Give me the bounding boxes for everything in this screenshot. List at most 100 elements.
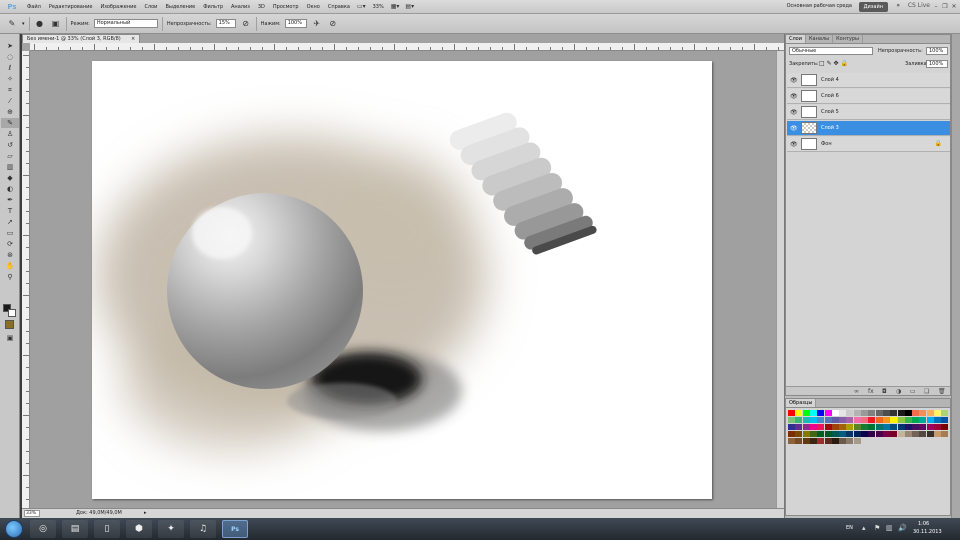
color-swatch[interactable] [809,431,817,437]
color-swatch[interactable] [926,431,934,437]
ruler-vertical[interactable] [22,51,30,508]
color-swatch[interactable] [824,410,832,416]
color-swatch[interactable] [890,424,898,430]
color-swatch[interactable] [809,410,817,416]
menu-view[interactable]: Просмотр [269,4,303,10]
quick-mask-icon[interactable] [5,320,14,329]
airbrush-icon[interactable]: ✈ [311,18,323,30]
menu-3d[interactable]: 3D [254,4,269,10]
more-workspaces-icon[interactable]: » [896,2,900,9]
cs-live-button[interactable]: CS Live [908,2,930,9]
color-swatch[interactable] [897,417,905,423]
color-swatch[interactable] [941,410,949,416]
color-swatch[interactable] [795,431,803,437]
new-layer-icon[interactable]: ❏ [924,388,929,395]
layer-row-selected[interactable]: 👁 Слой 3 [787,121,950,136]
color-swatch[interactable] [788,417,795,423]
panel-dock-strip[interactable] [951,34,960,518]
color-swatch[interactable] [824,431,832,437]
color-swatch[interactable] [809,438,817,444]
color-swatch[interactable] [824,424,832,430]
canvas-area[interactable] [30,51,776,508]
blend-mode-select[interactable]: Обычные [789,47,873,55]
color-swatch[interactable] [802,438,810,444]
menu-help[interactable]: Справка [324,4,354,10]
path-select-icon[interactable]: ➚ [1,217,19,227]
design-workspace-button[interactable]: Дизайн [858,2,888,12]
color-swatch[interactable] [875,424,883,430]
color-swatch[interactable] [831,424,839,430]
color-swatch[interactable] [934,410,941,416]
color-swatch[interactable] [802,424,810,430]
artboard[interactable] [92,61,712,499]
color-swatch[interactable] [904,424,912,430]
color-swatch[interactable] [846,431,854,437]
color-swatch[interactable] [875,417,883,423]
color-swatch[interactable] [875,431,883,437]
stamp-icon[interactable]: ♙ [1,129,19,139]
zoom-level[interactable]: 33% [369,4,388,10]
menu-image[interactable]: Изображение [96,4,140,10]
tab-paths[interactable]: Контуры [833,35,863,43]
color-swatch[interactable] [817,424,825,430]
painting[interactable] [92,61,712,499]
color-swatch[interactable] [831,410,839,416]
color-swatch[interactable] [817,438,825,444]
mode-select[interactable]: Нормальный [93,19,158,28]
layer-opacity-field[interactable]: 100% [926,47,948,55]
menu-filter[interactable]: Фильтр [199,4,227,10]
color-swatch[interactable] [934,417,941,423]
clock-date[interactable]: 30.11.2013 [913,529,942,535]
color-swatch[interactable] [890,431,898,437]
document-icon[interactable]: ▯ [94,520,120,538]
color-swatch[interactable] [941,431,949,437]
color-swatch[interactable] [824,417,832,423]
shape-icon[interactable]: ▭ [1,228,19,238]
marquee-icon[interactable]: ◌ [1,52,19,62]
3d-rotate-icon[interactable]: ⟳ [1,239,19,249]
color-swatch[interactable] [912,424,920,430]
start-button[interactable] [5,520,23,538]
color-swatch[interactable] [919,424,927,430]
flag-icon[interactable]: ⚑ [874,524,880,532]
color-swatch[interactable] [882,431,890,437]
clock-time[interactable]: 1:06 [918,521,929,527]
color-swatch[interactable] [846,410,854,416]
color-swatch[interactable] [846,417,854,423]
pen-icon[interactable]: ✒ [1,195,19,205]
color-swatch[interactable] [853,431,861,437]
brush-preset-icon[interactable]: ✎ [6,18,18,30]
color-swatch[interactable] [831,438,839,444]
color-swatch[interactable] [882,417,890,423]
menu-layers[interactable]: Слои [140,4,161,10]
color-swatch[interactable] [926,410,934,416]
delete-layer-icon[interactable]: 🗑 [938,388,946,395]
color-swatch[interactable] [817,417,825,423]
eyedropper-icon[interactable]: ⁄ [1,96,19,106]
color-swatch[interactable] [941,417,949,423]
type-icon[interactable]: T [1,206,19,216]
color-swatch[interactable] [839,424,847,430]
3d-orbit-icon[interactable]: ⊛ [1,250,19,260]
color-swatch[interactable] [904,431,912,437]
color-swatch[interactable] [882,410,890,416]
color-swatch[interactable] [853,410,861,416]
color-swatch[interactable] [788,438,795,444]
status-menu-arrow-icon[interactable]: ▸ [144,509,147,518]
eraser-icon[interactable]: ▱ [1,151,19,161]
color-swatch[interactable] [868,417,876,423]
app-icon[interactable]: ✦ [158,520,184,538]
preset-arrow-icon[interactable]: ▾ [22,21,25,27]
color-swatch[interactable] [788,424,795,430]
color-swatch[interactable] [919,410,927,416]
brush-panel-toggle-icon[interactable]: ▣ [50,18,62,30]
healing-icon[interactable]: ⊕ [1,107,19,117]
layer-row[interactable]: 👁 Слой 6 [787,89,950,104]
blur-icon[interactable]: ◆ [1,173,19,183]
vertical-scrollbar[interactable] [776,51,784,508]
opacity-pressure-icon[interactable]: ⊘ [240,18,252,30]
menu-select[interactable]: Выделение [161,4,199,10]
restore-icon[interactable]: ❐ [941,2,949,11]
color-swatch[interactable] [861,410,868,416]
lock-options-icon[interactable]: □ ✎ ✥ 🔒 [819,60,848,67]
